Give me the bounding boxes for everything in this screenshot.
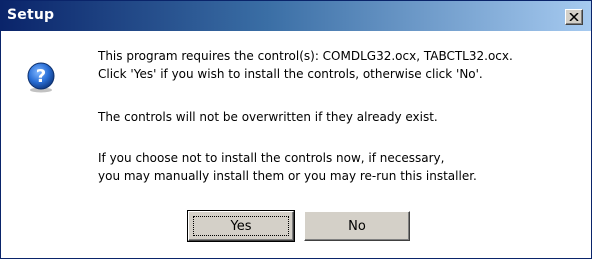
close-icon bbox=[569, 13, 579, 21]
svg-text:?: ? bbox=[36, 66, 46, 87]
yes-button[interactable]: Yes bbox=[187, 210, 295, 242]
message-line-3: The controls will not be overwritten if … bbox=[98, 110, 438, 124]
yes-button-label: Yes bbox=[230, 219, 252, 234]
question-icon: ? bbox=[27, 62, 55, 93]
no-button-label: No bbox=[348, 219, 366, 234]
close-button[interactable] bbox=[565, 9, 583, 25]
dialog-body: ? This program requires the control(s): … bbox=[1, 31, 591, 258]
message-line-5: you may manually install them or you may… bbox=[98, 169, 477, 183]
window-title: Setup bbox=[7, 7, 55, 23]
no-button[interactable]: No bbox=[304, 211, 410, 241]
message-line-1: This program requires the control(s): CO… bbox=[98, 49, 513, 63]
title-bar[interactable]: Setup bbox=[1, 1, 591, 31]
message-line-4: If you choose not to install the control… bbox=[98, 151, 445, 165]
setup-dialog: Setup ? This program requires the contro… bbox=[0, 0, 592, 259]
message-line-2: Click 'Yes' if you wish to install the c… bbox=[98, 67, 483, 81]
